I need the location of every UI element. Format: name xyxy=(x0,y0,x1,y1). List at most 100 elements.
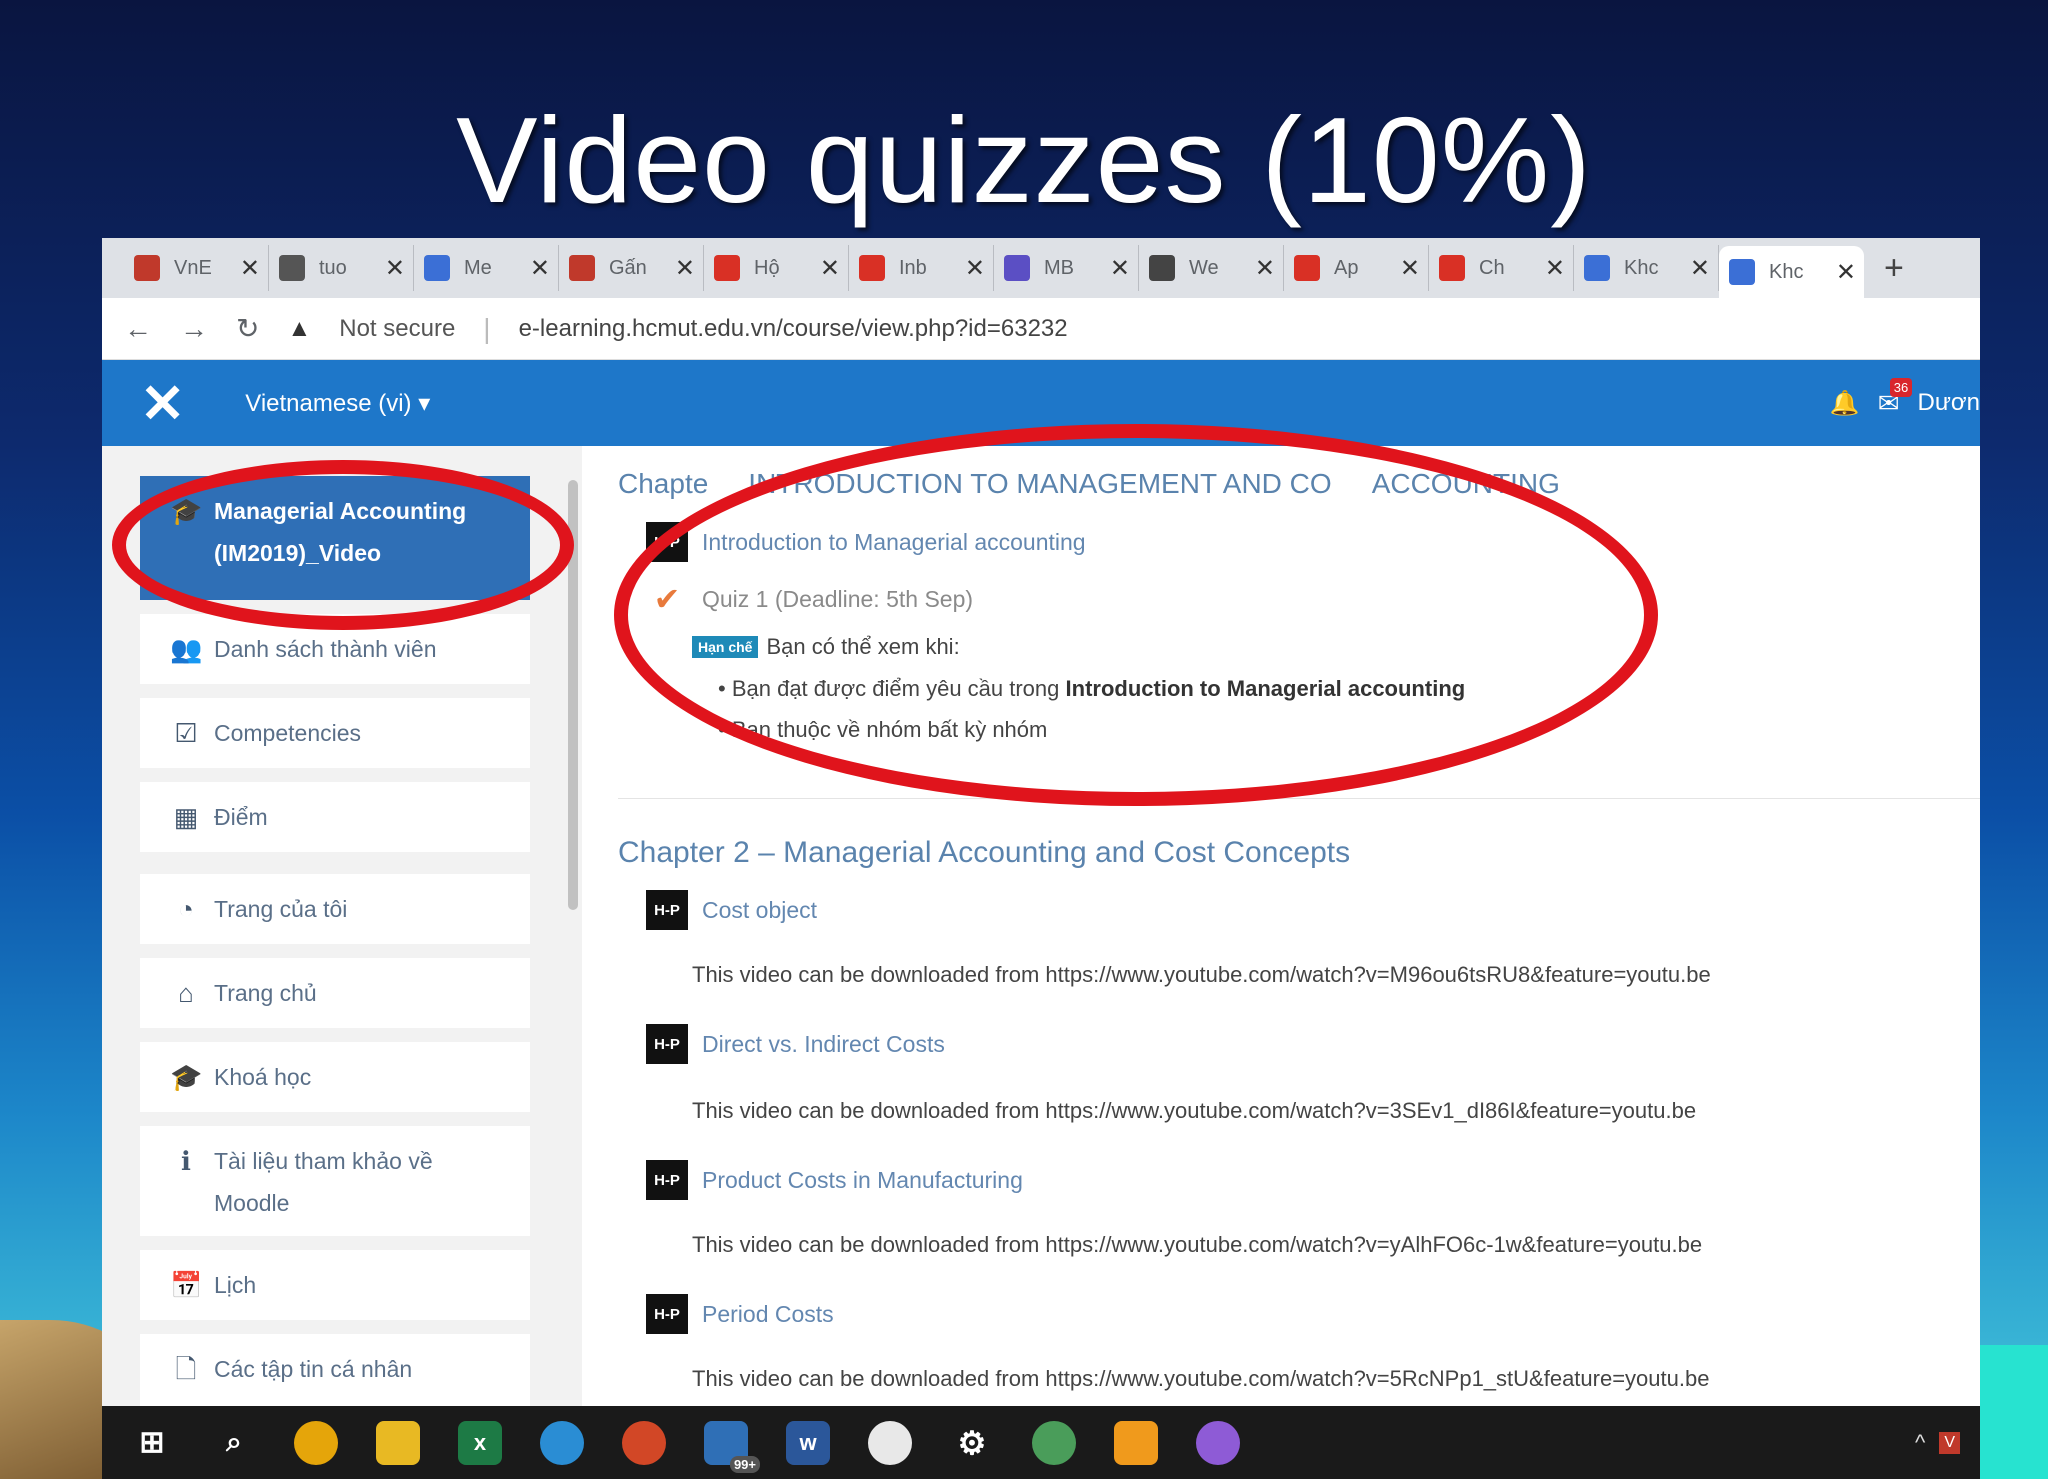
browser-tab[interactable]: Me ✕ xyxy=(414,245,559,291)
chapter1-title-start: Chapte xyxy=(618,468,709,499)
browser-tab[interactable]: We ✕ xyxy=(1139,245,1284,291)
mail-icon[interactable]: 99+ xyxy=(704,1420,760,1473)
taskbar: ⊞ ⌕ x 99+ w ⚙ ^ V xyxy=(102,1406,1980,1479)
sidebar-item-competencies[interactable]: ☑ Competencies xyxy=(140,698,530,768)
tab-close-icon[interactable]: ✕ xyxy=(965,254,985,283)
powerpoint-icon[interactable] xyxy=(622,1420,666,1465)
chevron-up-icon[interactable]: ^ xyxy=(1915,1430,1925,1456)
home-icon: ⌂ xyxy=(178,978,194,1008)
reload-icon[interactable]: ↻ xyxy=(236,312,259,345)
h5p-icon: H-P xyxy=(646,1024,688,1064)
language-menu[interactable]: Vietnamese (vi) ▾ xyxy=(245,389,430,418)
windows-start-icon[interactable]: ⊞ xyxy=(130,1421,174,1465)
graduation-cap-icon: 🎓 xyxy=(170,1062,203,1092)
tray-app-icon[interactable]: V xyxy=(1939,1431,1960,1454)
sidebar-item-dashboard[interactable]: ◔ Trang của tôi xyxy=(140,874,530,944)
tab-close-icon[interactable]: ✕ xyxy=(1110,254,1130,283)
activity-video[interactable]: H-P Product Costs in Manufacturing xyxy=(646,1160,1023,1200)
tab-favicon-icon xyxy=(1439,255,1465,281)
system-tray: ^ V xyxy=(1915,1406,1960,1479)
dashboard-icon: ◔ xyxy=(178,894,194,924)
mail-badge: 99+ xyxy=(729,1455,760,1473)
header-right: 🔔 ✉ 36 Dươn xyxy=(1830,360,1980,446)
activity-video[interactable]: H-P Cost object xyxy=(646,890,817,930)
sidebar-item-home[interactable]: ⌂ Trang chủ xyxy=(140,958,530,1028)
tab-close-icon[interactable]: ✕ xyxy=(385,254,405,283)
tab-close-icon[interactable]: ✕ xyxy=(1545,254,1565,283)
h5p-icon: H-P xyxy=(646,1294,688,1334)
search-icon[interactable]: ⌕ xyxy=(212,1421,256,1465)
back-icon[interactable]: ← xyxy=(124,313,152,345)
sidebar-item-grades[interactable]: ▦ Điểm xyxy=(140,782,530,852)
activity-title: Period Costs xyxy=(702,1300,834,1327)
browser-tab[interactable]: Gấn ✕ xyxy=(559,245,704,291)
browser-tab[interactable]: Ch ✕ xyxy=(1429,245,1574,291)
activity-video[interactable]: H-P Direct vs. Indirect Costs xyxy=(646,1024,945,1064)
tab-close-icon[interactable]: ✕ xyxy=(1690,254,1710,283)
browser-tab[interactable]: tuo ✕ xyxy=(269,245,414,291)
url-field[interactable]: e-learning.hcmut.edu.vn/course/view.php?… xyxy=(519,315,1068,343)
h5p-icon: H-P xyxy=(646,1160,688,1200)
excel-icon[interactable]: x xyxy=(458,1420,502,1465)
sidebar-item-label: Khoá học xyxy=(214,1064,312,1090)
edge-icon[interactable] xyxy=(540,1420,584,1465)
security-label[interactable]: Not secure xyxy=(339,315,455,343)
sidebar-item-label: Các tập tin cá nhân xyxy=(214,1356,413,1382)
user-name[interactable]: Dươn xyxy=(1918,389,1980,417)
messages-icon[interactable]: ✉ 36 xyxy=(1878,377,1913,419)
chat-icon[interactable] xyxy=(868,1420,912,1465)
checkbox-icon: ☑ xyxy=(174,718,198,748)
forward-icon[interactable]: → xyxy=(180,313,208,345)
browser-tab[interactable]: Khc ✕ xyxy=(1719,246,1864,298)
language-label: Vietnamese (vi) xyxy=(245,389,412,417)
chapter2-title: Chapter 2 – Managerial Accounting and Co… xyxy=(618,836,1351,869)
tab-favicon-icon xyxy=(714,255,740,281)
file-explorer-icon[interactable] xyxy=(376,1420,420,1465)
tab-close-icon[interactable]: ✕ xyxy=(1255,254,1275,283)
tab-close-icon[interactable]: ✕ xyxy=(820,254,840,283)
activity-title: Direct vs. Indirect Costs xyxy=(702,1030,945,1057)
word-icon[interactable]: w xyxy=(786,1420,830,1465)
sidebar-item-courses[interactable]: 🎓 Khoá học xyxy=(140,1042,530,1112)
app-orange-icon[interactable] xyxy=(1114,1420,1158,1465)
sidebar-scrollbar[interactable] xyxy=(564,460,582,1400)
chrome-icon[interactable] xyxy=(294,1420,338,1465)
tab-label: Me xyxy=(464,256,492,279)
download-note: This video can be downloaded from https:… xyxy=(692,1366,1710,1391)
browser-tab[interactable]: Inb ✕ xyxy=(849,245,994,291)
tab-strip: VnE ✕ tuo ✕ Me ✕ Gấn ✕ Hộ ✕ Inb ✕ MB ✕ We ✕ Ap ✕ Ch ✕ Khc ✕ Kh… xyxy=(102,238,1980,298)
sidebar-item-calendar[interactable]: 📅 Lịch xyxy=(140,1250,530,1320)
browser-tab[interactable]: Ap ✕ xyxy=(1284,245,1429,291)
tab-favicon-icon xyxy=(424,255,450,281)
settings-gear-icon[interactable]: ⚙ xyxy=(950,1421,994,1465)
new-tab-button[interactable]: + xyxy=(1884,249,1904,288)
browser-tab[interactable]: MB ✕ xyxy=(994,245,1139,291)
tab-favicon-icon xyxy=(279,255,305,281)
browser-tab[interactable]: Hộ ✕ xyxy=(704,245,849,291)
tab-favicon-icon xyxy=(1584,255,1610,281)
file-icon: 🗋 xyxy=(175,1354,197,1384)
browser-tab[interactable]: VnE ✕ xyxy=(124,245,269,291)
tab-close-icon[interactable]: ✕ xyxy=(1400,254,1420,283)
sidebar-item-private-files[interactable]: 🗋 Các tập tin cá nhân xyxy=(140,1334,530,1406)
tab-label: VnE xyxy=(174,256,212,279)
tab-close-icon[interactable]: ✕ xyxy=(675,254,695,283)
bell-icon[interactable]: 🔔 xyxy=(1830,389,1860,418)
activity-video[interactable]: H-P Period Costs xyxy=(646,1294,834,1334)
tab-favicon-icon xyxy=(569,255,595,281)
tab-close-icon[interactable]: ✕ xyxy=(1836,258,1856,287)
address-bar: ← → ↻ ▲ Not secure | e-learning.hcmut.ed… xyxy=(102,298,1980,360)
tab-label: Ap xyxy=(1334,256,1359,279)
tab-close-icon[interactable]: ✕ xyxy=(240,254,260,283)
browser-tab[interactable]: Khc ✕ xyxy=(1574,245,1719,291)
tab-close-icon[interactable]: ✕ xyxy=(530,254,550,283)
sidebar-item-moodle-docs[interactable]: ℹ Tài liệu tham khảo về Moodle xyxy=(140,1126,530,1236)
close-drawer-icon[interactable]: ✕ xyxy=(140,372,185,435)
section-divider xyxy=(618,798,1980,799)
tab-label: We xyxy=(1189,256,1219,279)
tab-label: Hộ xyxy=(754,256,780,279)
download-note: This video can be downloaded from https:… xyxy=(692,1232,1703,1257)
chrome-active-icon[interactable] xyxy=(1032,1420,1076,1465)
messenger-icon[interactable] xyxy=(1196,1420,1240,1465)
background-shape xyxy=(1975,1345,2048,1479)
